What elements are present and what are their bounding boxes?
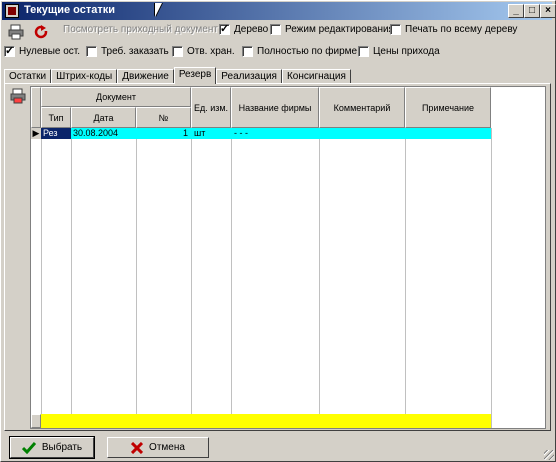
header-number[interactable]: № <box>136 107 191 128</box>
tab-consignment[interactable]: Консигнация <box>281 69 351 84</box>
tree-label: Дерево <box>234 24 269 35</box>
header-date[interactable]: Дата <box>71 107 136 128</box>
print-tree-label: Печать по всему дереву <box>405 24 518 35</box>
need-order-label: Треб. заказать <box>101 46 169 57</box>
cell-comment[interactable] <box>322 128 404 139</box>
print-tree-checkbox-box[interactable] <box>390 24 401 35</box>
cancel-button[interactable]: Отмена <box>107 437 209 458</box>
table-row[interactable]: ▶ Рез 30.08.2004 1 шт - - - <box>31 128 491 139</box>
cell-type[interactable]: Рез <box>41 128 71 139</box>
edit-mode-label: Режим редактирования <box>285 24 394 35</box>
tab-barcodes[interactable]: Штрих-коды <box>51 69 118 84</box>
refresh-icon[interactable] <box>33 24 49 40</box>
tab-sales[interactable]: Реализация <box>216 69 282 84</box>
reserve-grid[interactable]: Документ Тип Дата № Ед. изм. Название фи… <box>30 86 546 429</box>
checkmark-icon <box>21 441 36 454</box>
tab-movement[interactable]: Движение <box>117 69 174 84</box>
cancel-button-label: Отмена <box>149 442 185 453</box>
resp-store-checkbox[interactable]: Отв. хран. <box>172 46 235 57</box>
tree-checkbox[interactable]: Дерево <box>219 22 269 35</box>
print-tree-checkbox[interactable]: Печать по всему дереву <box>390 24 517 35</box>
window-title: Текущие остатки <box>24 4 115 16</box>
header-note[interactable]: Примечание <box>405 87 491 128</box>
by-company-checkbox-box[interactable] <box>242 46 253 57</box>
cell-unit[interactable]: шт <box>194 128 230 139</box>
resize-grip-icon[interactable] <box>544 450 554 460</box>
need-order-checkbox[interactable]: Треб. заказать <box>86 46 169 57</box>
filter-bar: Нулевые ост. Треб. заказать Отв. хран. П… <box>0 44 556 62</box>
need-order-checkbox-box[interactable] <box>86 46 97 57</box>
header-firm[interactable]: Название фирмы <box>231 87 319 128</box>
edit-mode-checkbox[interactable]: Режим редактирования <box>270 24 394 35</box>
edit-mode-checkbox-box[interactable] <box>270 24 281 35</box>
tab-bar: Остатки Штрих-коды Движение Резерв Реали… <box>4 67 351 84</box>
close-button[interactable]: × <box>540 4 556 18</box>
title-bar[interactable]: Текущие остатки _ □ × <box>2 2 556 20</box>
resp-store-checkbox-box[interactable] <box>172 46 183 57</box>
prices-checkbox[interactable]: Цены прихода <box>358 46 440 57</box>
cell-note[interactable] <box>408 128 490 139</box>
by-company-label: Полностью по фирме <box>257 46 358 57</box>
row-pointer-icon: ▶ <box>31 128 41 139</box>
by-company-checkbox[interactable]: Полностью по фирме <box>242 46 357 57</box>
row-indicator-header <box>31 87 41 128</box>
print-grid-icon[interactable] <box>10 88 26 104</box>
tab-stock[interactable]: Остатки <box>4 69 52 84</box>
view-receipt-doc-button[interactable]: Посмотреть приходный документ <box>63 24 218 35</box>
mouse-cursor-icon <box>155 3 162 17</box>
cell-date[interactable]: 30.08.2004 <box>73 128 135 139</box>
cell-number[interactable]: 1 <box>136 128 188 139</box>
prices-label: Цены прихода <box>373 46 440 57</box>
header-unit[interactable]: Ед. изм. <box>191 87 231 128</box>
zero-stock-checkbox[interactable]: Нулевые ост. <box>4 44 81 57</box>
resp-store-label: Отв. хран. <box>187 46 235 57</box>
toolbar: Посмотреть приходный документ Дерево Реж… <box>0 22 556 40</box>
header-document-group: Документ <box>41 87 191 107</box>
header-comment[interactable]: Комментарий <box>319 87 405 128</box>
header-type[interactable]: Тип <box>41 107 71 128</box>
maximize-button[interactable]: □ <box>524 4 540 18</box>
minimize-button[interactable]: _ <box>508 4 524 18</box>
select-button[interactable]: Выбрать <box>9 436 95 459</box>
select-button-label: Выбрать <box>41 442 83 453</box>
totals-row <box>41 414 491 428</box>
printer-icon[interactable] <box>8 24 24 40</box>
totals-indicator <box>31 414 41 428</box>
tab-reserve[interactable]: Резерв <box>173 67 217 84</box>
zero-stock-checkbox-box[interactable] <box>4 44 15 57</box>
cell-firm[interactable]: - - - <box>234 128 318 139</box>
app-icon <box>5 4 19 18</box>
zero-stock-label: Нулевые ост. <box>19 46 81 57</box>
tree-checkbox-box[interactable] <box>219 22 230 35</box>
cross-icon <box>131 441 144 454</box>
prices-checkbox-box[interactable] <box>358 46 369 57</box>
